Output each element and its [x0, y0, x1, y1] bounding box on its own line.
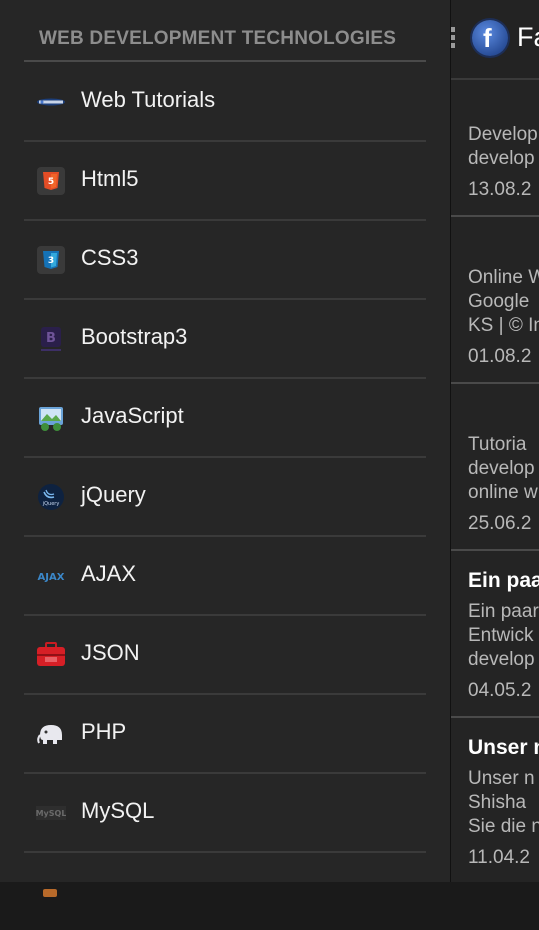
post-date: 01.08.2: [468, 346, 532, 367]
nav-item-web-tutorials[interactable]: Web Tutorials: [24, 63, 426, 142]
feed-post[interactable]: Unser n Unser n Shisha Sie die n 11.04.2: [450, 718, 539, 882]
svg-text:B: B: [46, 331, 56, 346]
post-date: 11.04.2: [468, 847, 530, 868]
feed-post[interactable]: Develop develop 13.08.2: [450, 80, 539, 217]
ajax-icon: AJAX: [36, 561, 66, 591]
nav-item-label: AJAX: [81, 561, 137, 586]
feed-post[interactable]: Ein paa Ein paar Entwick develop 04.05.2: [450, 551, 539, 718]
drawer-header: WEB DEVELOPMENT TECHNOLOGIES: [39, 28, 397, 49]
post-text-line: KS | © In: [468, 315, 539, 336]
php-elephant-icon: [36, 719, 66, 749]
mysql-icon: MySQL: [36, 798, 66, 828]
jquery-icon: jQuery: [36, 482, 66, 512]
navigation-drawer: WEB DEVELOPMENT TECHNOLOGIES Web Tutoria…: [0, 0, 451, 897]
nav-item-javascript[interactable]: JavaScript: [24, 379, 426, 458]
post-title: Ein paa: [468, 569, 539, 592]
nav-item-partial[interactable]: [24, 853, 426, 930]
post-date: 04.05.2: [468, 680, 532, 701]
css3-icon: 3: [36, 245, 66, 275]
post-text-line: Ein paar: [468, 601, 539, 622]
nav-item-html5[interactable]: 5 Html5: [24, 142, 426, 221]
feed-panel: f Fa Develop develop 13.08.2 Online W Go…: [450, 0, 539, 882]
post-text-line: Entwick: [468, 625, 534, 646]
nav-item-label: Html5: [81, 166, 139, 191]
post-text-line: develop: [468, 458, 535, 479]
javascript-icon: [36, 403, 66, 433]
svg-text:jQuery: jQuery: [42, 501, 60, 507]
nav-item-label: Web Tutorials: [81, 87, 216, 112]
nav-item-label: MySQL: [81, 798, 155, 823]
post-text-line: Google: [468, 291, 530, 312]
svg-text:AJAX: AJAX: [38, 572, 65, 583]
nav-item-bootstrap3[interactable]: B Bootstrap3: [24, 300, 426, 379]
feed-post[interactable]: Online W Google KS | © In 01.08.2: [450, 217, 539, 384]
post-text-line: Tutoria: [468, 434, 527, 455]
post-text-line: Shisha: [468, 792, 527, 813]
post-text-line: Develop: [468, 124, 538, 145]
nav-item-json[interactable]: JSON: [24, 616, 426, 695]
page-title: Fa: [517, 22, 539, 52]
nav-item-mysql[interactable]: MySQL MySQL: [24, 774, 426, 853]
nav-item-label: JavaScript: [81, 403, 184, 428]
post-text-line: develop: [468, 649, 535, 670]
svg-text:5: 5: [48, 177, 54, 187]
web-tutorials-logo-icon: [36, 87, 66, 117]
html5-icon: 5: [36, 166, 66, 196]
nav-item-css3[interactable]: 3 CSS3: [24, 221, 426, 300]
post-text-line: develop: [468, 148, 535, 169]
nav-item-label: CSS3: [81, 245, 139, 270]
action-bar: f Fa: [450, 0, 539, 80]
drawer-toggle-icon[interactable]: [450, 27, 458, 51]
json-toolbox-icon: [36, 640, 66, 670]
nav-item-label: Bootstrap3: [81, 324, 188, 349]
post-date: 13.08.2: [468, 179, 532, 200]
post-date: 25.06.2: [468, 513, 532, 534]
svg-text:3: 3: [48, 256, 54, 266]
nav-item-label: PHP: [81, 719, 127, 744]
nav-item-jquery[interactable]: jQuery jQuery: [24, 458, 426, 537]
post-title: Unser n: [468, 736, 539, 759]
post-text-line: Online W: [468, 267, 539, 288]
feed-post[interactable]: Tutoria develop online w 25.06.2: [450, 384, 539, 551]
svg-text:MySQL: MySQL: [36, 809, 66, 818]
post-text-line: online w: [468, 482, 538, 503]
nav-item-label: jQuery: [81, 482, 146, 507]
bootstrap-icon: B: [36, 324, 66, 354]
nav-item-label: JSON: [81, 640, 140, 665]
nav-item-php[interactable]: PHP: [24, 695, 426, 774]
post-text-line: Unser n: [468, 768, 535, 789]
facebook-icon[interactable]: f: [472, 20, 508, 56]
post-text-line: Sie die n: [468, 816, 539, 837]
nav-item-ajax[interactable]: AJAX AJAX: [24, 537, 426, 616]
header-divider: [24, 60, 426, 62]
